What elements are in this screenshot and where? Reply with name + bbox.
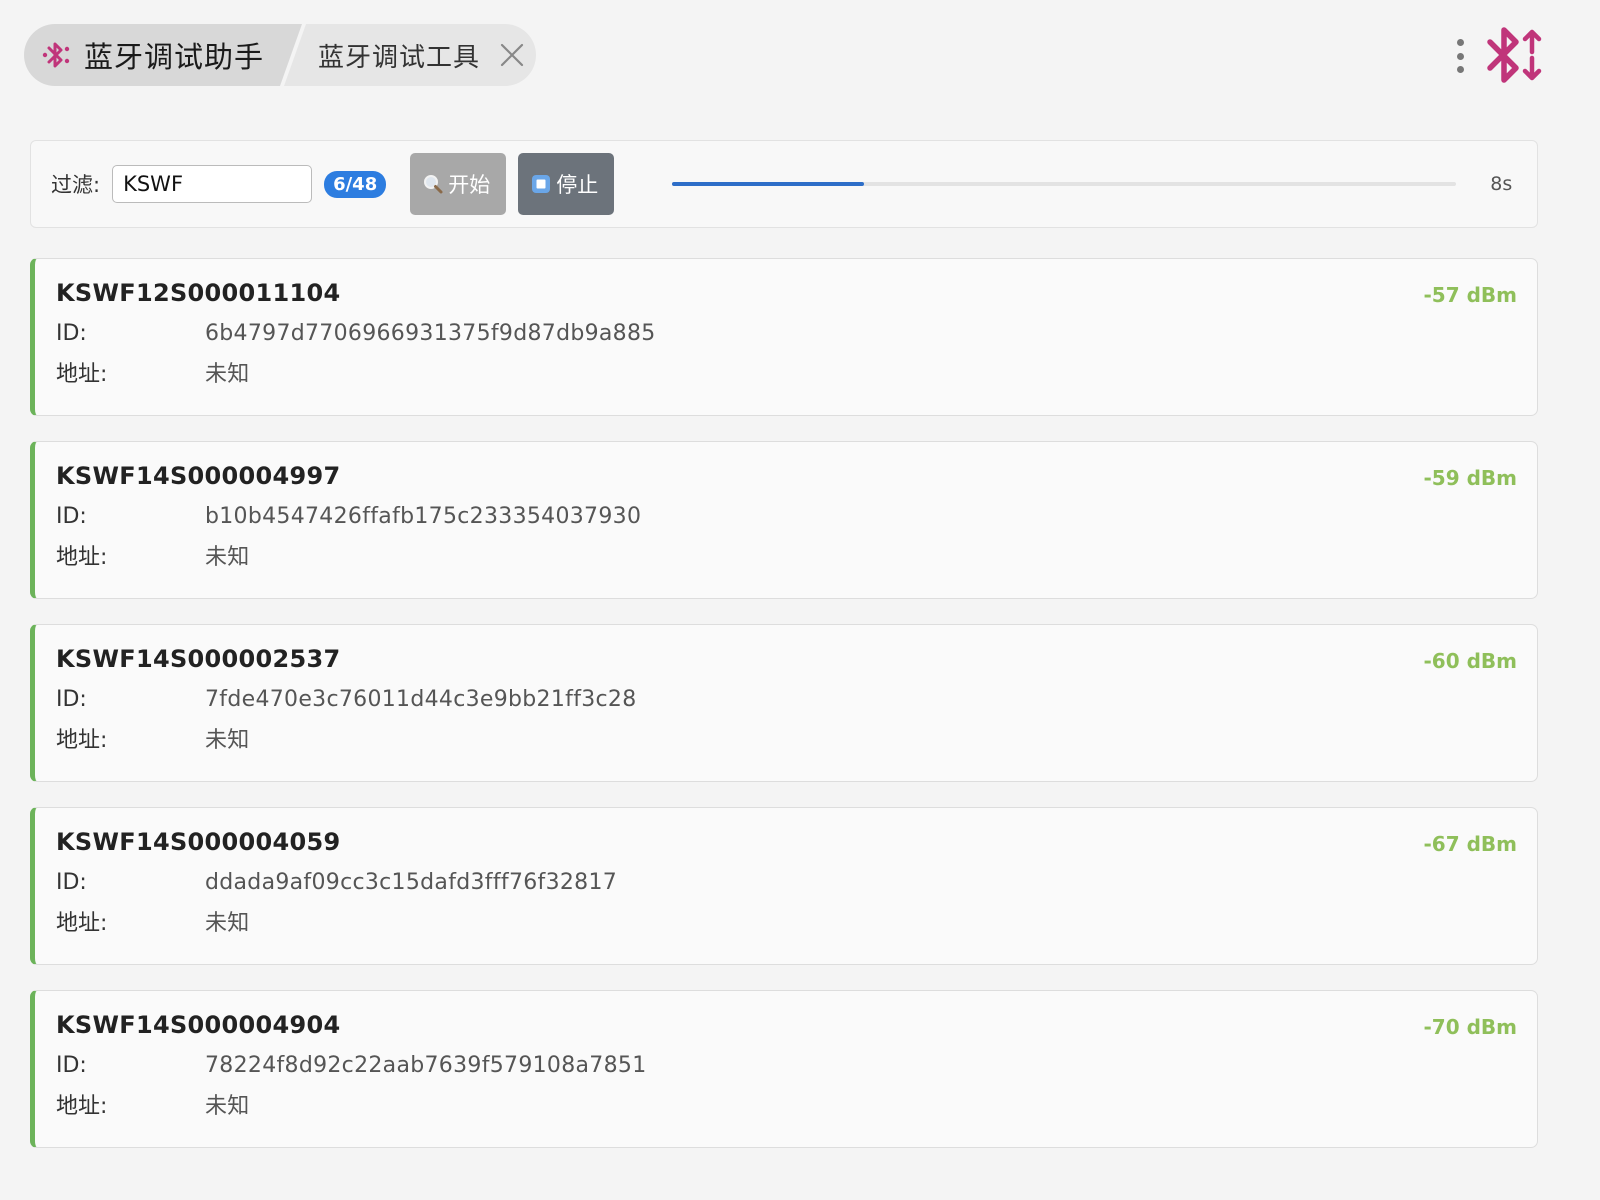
device-address-label: 地址: [56,911,108,936]
tab-bluetooth-assistant[interactable]: 蓝牙调试助手 [24,24,302,86]
device-id-value: 6b4797d7706966931375f9d87db9a885 [205,321,656,346]
device-id-row: ID: 78224f8d92c22aab7639f579108a7851 [56,1053,1517,1078]
device-card[interactable]: KSWF14S000002537 -60 dBm ID: 7fde470e3c7… [30,624,1538,782]
device-rssi: -59 dBm [1423,466,1518,490]
device-address-row: 地址: 未知 [56,356,1517,388]
device-name: KSWF12S000011104 [56,279,341,307]
start-scan-button[interactable]: 开始 [410,153,507,215]
device-address-row: 地址: 未知 [56,722,1517,754]
device-id-label: ID: [56,870,87,895]
device-card[interactable]: KSWF14S000004904 -70 dBm ID: 78224f8d92c… [30,990,1538,1148]
device-list: KSWF12S000011104 -57 dBm ID: 6b4797d7706… [30,258,1538,1173]
magnifier-icon [422,173,444,195]
device-rssi: -67 dBm [1423,832,1518,856]
device-address-value: 未知 [205,362,250,387]
device-card[interactable]: KSWF14S000004059 -67 dBm ID: ddada9af09c… [30,807,1538,965]
filter-label: 过滤: [51,173,101,197]
device-address-label: 地址: [56,728,108,753]
app-window: 蓝牙调试助手 蓝牙调试工具 过滤: 6/48 [0,0,1568,1176]
device-id-row: ID: b10b4547426ffafb175c233354037930 [56,504,1517,529]
stop-label: 停止 [556,173,599,197]
device-card[interactable]: KSWF12S000011104 -57 dBm ID: 6b4797d7706… [30,258,1538,416]
device-address-value: 未知 [205,728,250,753]
top-right-controls [1452,24,1546,88]
device-id-label: ID: [56,1053,87,1078]
device-address-row: 地址: 未知 [56,905,1517,937]
tab-label: 蓝牙调试助手 [84,40,265,74]
device-address-label: 地址: [56,1094,108,1119]
device-address-label: 地址: [56,362,108,387]
more-options-icon[interactable] [1452,31,1468,81]
tab-bar: 蓝牙调试助手 蓝牙调试工具 [24,24,536,86]
device-address-label: 地址: [56,545,108,570]
device-id-value: b10b4547426ffafb175c233354037930 [205,504,642,529]
device-address-row: 地址: 未知 [56,539,1517,571]
device-rssi: -60 dBm [1423,649,1518,673]
device-id-label: ID: [56,687,87,712]
device-id-row: ID: ddada9af09cc3c15dafd3fff76f32817 [56,870,1517,895]
device-rssi: -57 dBm [1423,283,1518,307]
device-name: KSWF14S000004997 [56,462,341,490]
stop-scan-button[interactable]: 停止 [518,153,615,215]
device-id-value: ddada9af09cc3c15dafd3fff76f32817 [205,870,618,895]
scan-timer: 8s [1490,173,1513,195]
tab-bluetooth-tool[interactable]: 蓝牙调试工具 [284,24,536,86]
stop-icon [530,173,552,195]
device-card[interactable]: KSWF14S000004997 -59 dBm ID: b10b4547426… [30,441,1538,599]
scan-progress-fill [672,182,865,186]
device-id-row: ID: 7fde470e3c76011d44c3e9bb21ff3c28 [56,687,1517,712]
device-id-value: 78224f8d92c22aab7639f579108a7851 [205,1053,647,1078]
device-id-value: 7fde470e3c76011d44c3e9bb21ff3c28 [205,687,637,712]
close-icon[interactable] [498,41,526,69]
filter-bar: 过滤: 6/48 开始 停止 8s [30,140,1538,228]
device-address-value: 未知 [205,545,250,570]
device-id-label: ID: [56,504,87,529]
filter-input[interactable] [112,165,313,203]
device-address-row: 地址: 未知 [56,1088,1517,1120]
device-address-value: 未知 [205,1094,250,1119]
tab-label: 蓝牙调试工具 [318,42,481,73]
match-count-badge: 6/48 [324,170,387,198]
device-id-label: ID: [56,321,87,346]
bluetooth-icon [40,38,74,72]
scan-progress-bar [672,182,1457,186]
device-id-row: ID: 6b4797d7706966931375f9d87db9a885 [56,321,1517,346]
device-name: KSWF14S000004059 [56,828,341,856]
device-rssi: -70 dBm [1423,1015,1518,1039]
bluetooth-transfer-icon[interactable] [1482,24,1546,88]
device-address-value: 未知 [205,911,250,936]
device-name: KSWF14S000002537 [56,645,341,673]
device-name: KSWF14S000004904 [56,1011,341,1039]
start-label: 开始 [448,173,491,197]
